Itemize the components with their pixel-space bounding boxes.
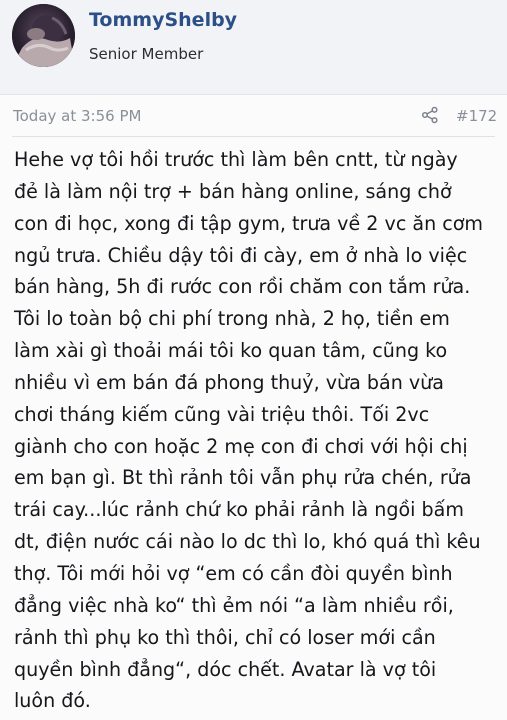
username-link[interactable]: TommyShelby [89, 9, 237, 31]
post-timestamp[interactable]: Today at 3:56 PM [13, 107, 141, 125]
user-title: Senior Member [89, 45, 204, 63]
avatar[interactable] [12, 4, 75, 67]
post-author-header: TommyShelby Senior Member [0, 0, 507, 95]
post-number-link[interactable]: #172 [456, 107, 497, 125]
post-meta-bar: Today at 3:56 PM #172 [0, 95, 507, 137]
post-body: Hehe vợ tôi hồi trước thì làm bên cntt, … [14, 148, 484, 713]
avatar-photo-icon [12, 4, 75, 67]
share-icon[interactable] [421, 106, 439, 124]
divider [12, 136, 495, 137]
